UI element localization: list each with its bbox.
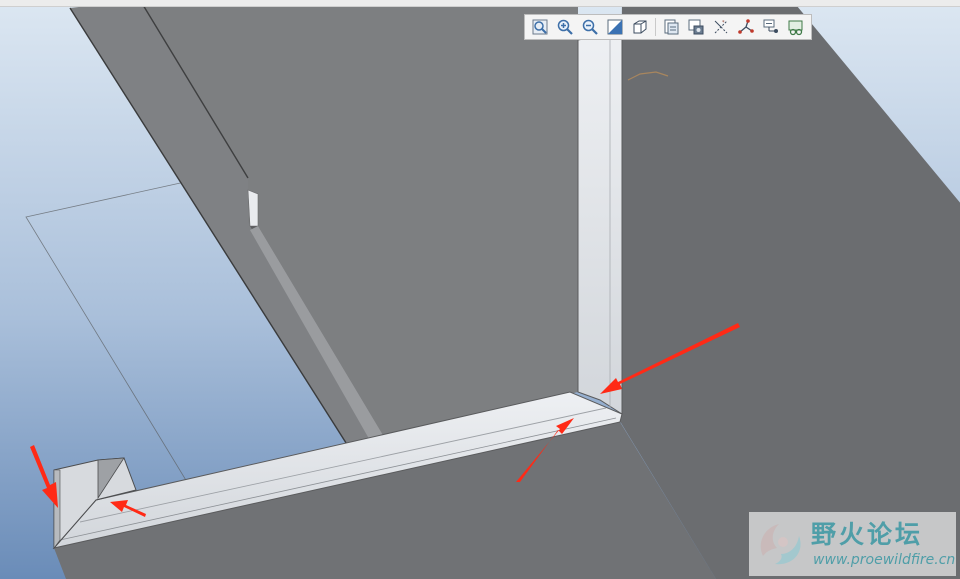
wildfire-logo-icon xyxy=(760,524,801,565)
coordinate-systems-button[interactable] xyxy=(784,16,808,38)
repaint-button[interactable] xyxy=(603,16,627,38)
refit-button[interactable] xyxy=(528,16,552,38)
3d-model-viewport[interactable]: * 野火论坛 www.proewildfire.cn xyxy=(0,0,960,579)
display-style-button[interactable] xyxy=(628,16,652,38)
zoom-out-button[interactable] xyxy=(578,16,602,38)
vertical-flange xyxy=(577,31,623,415)
watermark-title: 野火论坛 xyxy=(811,520,924,549)
zoom-in-button[interactable] xyxy=(553,16,577,38)
datum-points-icon xyxy=(763,19,778,33)
view-manager-button[interactable] xyxy=(684,16,708,38)
datum-axes-icon xyxy=(738,19,754,34)
datum-planes-button[interactable]: * xyxy=(709,16,733,38)
saved-views-button[interactable] xyxy=(659,16,683,38)
window-top-strip xyxy=(0,0,960,7)
zoom-out-icon xyxy=(582,19,598,35)
saved-views-icon xyxy=(664,19,679,35)
coordinate-systems-icon xyxy=(788,20,803,36)
datum-points-button[interactable] xyxy=(759,16,783,38)
display-style-icon xyxy=(633,20,647,34)
forum-watermark: 野火论坛 www.proewildfire.cn xyxy=(749,512,956,576)
sheetmetal-model xyxy=(0,0,960,579)
toolbar-separator xyxy=(655,18,656,36)
repaint-icon xyxy=(607,19,623,35)
refit-icon xyxy=(532,19,548,35)
svg-text:*: * xyxy=(722,20,725,26)
watermark-url: www.proewildfire.cn xyxy=(813,552,956,568)
zoom-in-icon xyxy=(557,19,573,35)
view-toolbar: * xyxy=(524,14,812,40)
datum-axes-button[interactable] xyxy=(734,16,758,38)
view-manager-icon xyxy=(688,19,704,35)
datum-planes-icon: * xyxy=(714,20,728,34)
